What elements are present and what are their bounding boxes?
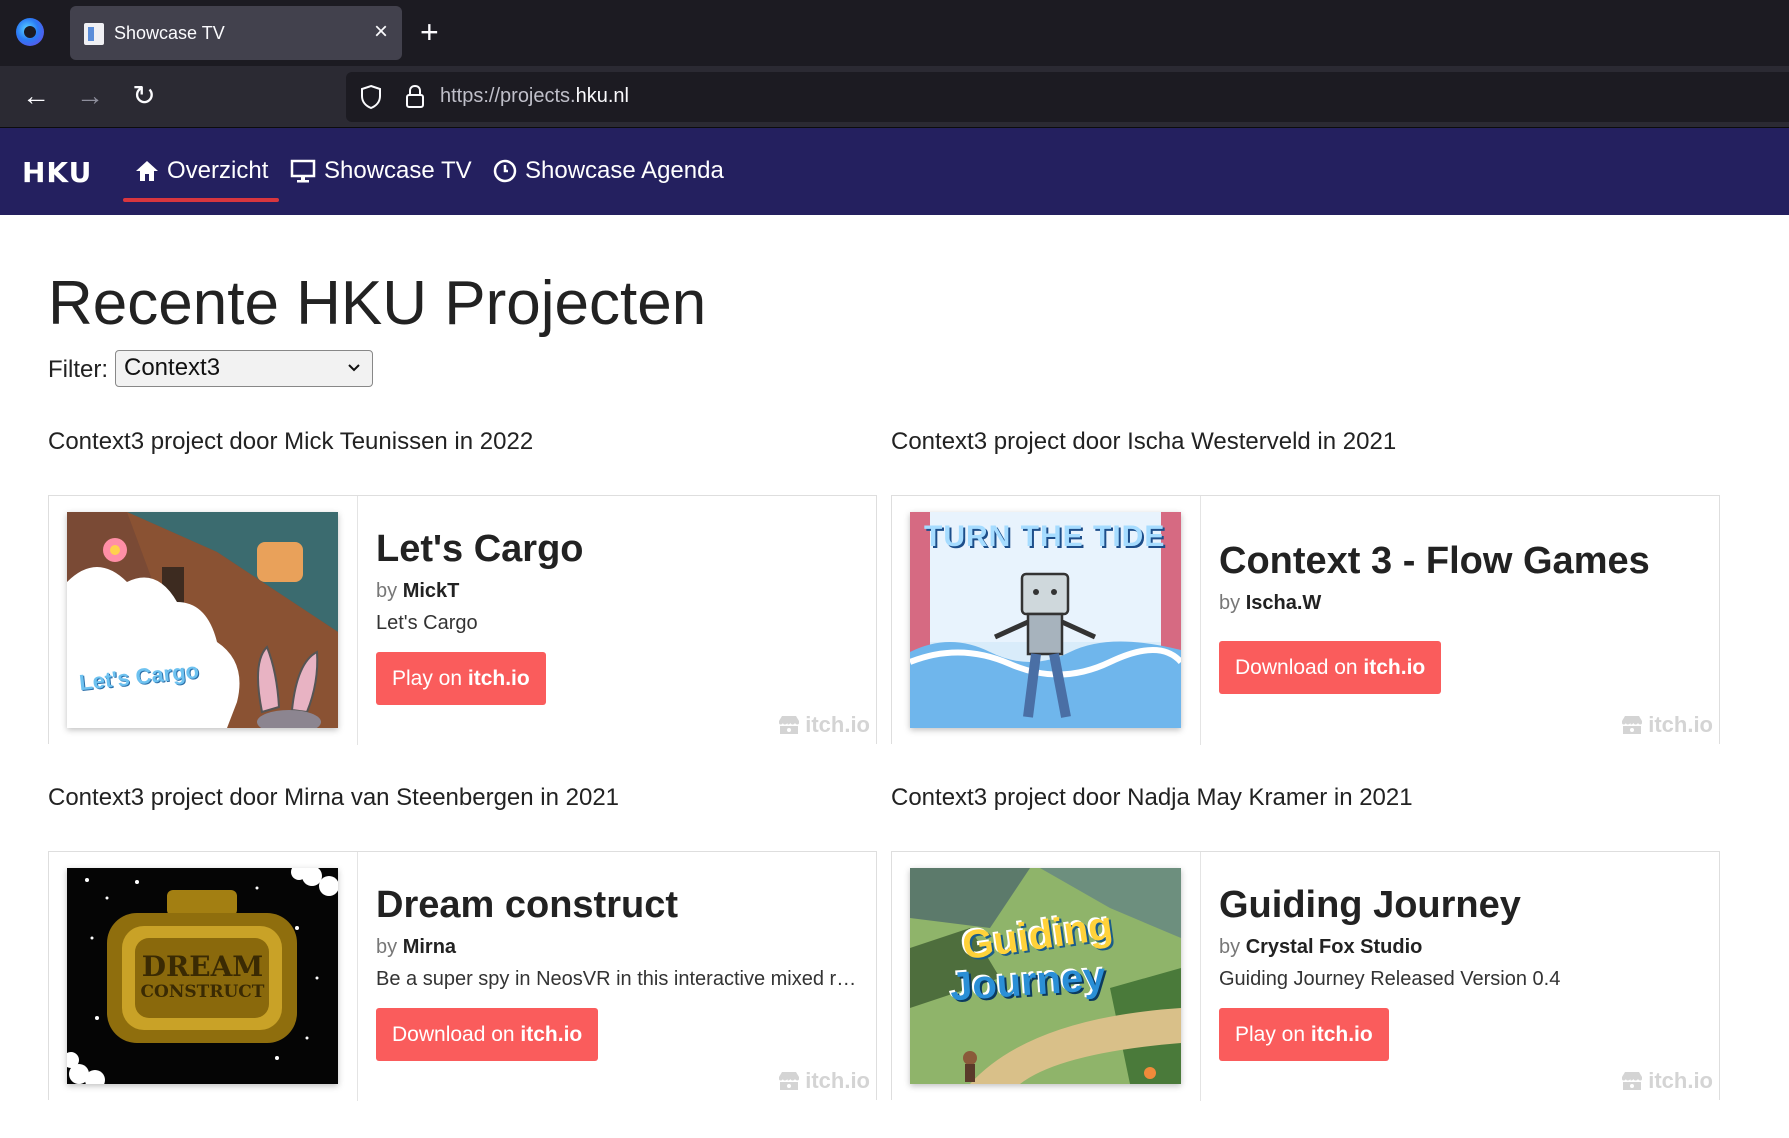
filter-label: Filter: — [48, 356, 108, 383]
game-thumbnail[interactable]: Let's Cargo — [67, 512, 338, 728]
card-info: Context 3 - Flow Games by Ischa.W Downlo… — [1219, 496, 1709, 745]
itch-logo-icon — [779, 1072, 800, 1090]
game-description: Guiding Journey Released Version 0.4 — [1219, 968, 1561, 990]
game-title[interactable]: Context 3 - Flow Games — [1219, 540, 1650, 583]
game-thumbnail[interactable]: TURN THE TIDE — [910, 512, 1181, 728]
itch-logo-icon — [779, 716, 800, 734]
thumbnail-container: Let's Cargo — [49, 496, 358, 745]
reload-button[interactable]: ↻ — [124, 76, 164, 116]
itch-logo-icon — [1622, 1072, 1643, 1090]
firefox-logo-icon[interactable] — [16, 18, 44, 46]
thumbnail-logo-text: DREAM — [141, 950, 264, 983]
nav-item-overzicht[interactable]: Overzicht — [135, 154, 268, 188]
game-title[interactable]: Guiding Journey — [1219, 884, 1521, 927]
itch-watermark: itch.io — [1620, 1068, 1713, 1094]
filter-select[interactable]: Context3 — [115, 350, 373, 387]
active-nav-indicator — [123, 198, 279, 202]
project-caption: Context3 project door Mick Teunissen in … — [48, 428, 534, 455]
browser-nav-bar: ← → ↻ https://projects.hku.nl — [0, 66, 1789, 128]
card-info: Dream construct by Mirna Be a super spy … — [376, 852, 866, 1101]
clock-icon — [493, 159, 517, 183]
game-thumbnail[interactable]: Guiding Journey — [910, 868, 1181, 1084]
project-caption: Context3 project door Nadja May Kramer i… — [891, 784, 1413, 811]
new-tab-button[interactable]: + — [420, 14, 439, 50]
lock-icon[interactable] — [404, 84, 426, 110]
hku-logo[interactable]: HKU — [22, 156, 92, 189]
card-info: Let's Cargo by MickT Let's Cargo Play on… — [376, 496, 866, 745]
home-icon — [136, 161, 158, 181]
shield-icon[interactable] — [360, 84, 382, 110]
nav-item-label: Showcase Agenda — [525, 157, 724, 184]
nav-item-showcase-tv[interactable]: Showcase TV — [290, 154, 472, 188]
itch-watermark: itch.io — [777, 712, 870, 738]
tab-title: Showcase TV — [114, 23, 225, 43]
thumbnail-logo-text: TURN THE TIDE — [924, 520, 1166, 553]
download-button[interactable]: Download on itch.io — [1219, 641, 1442, 694]
forward-button[interactable]: → — [70, 76, 110, 116]
project-card: Guiding Journey Guiding Journey by Cryst… — [891, 851, 1720, 1101]
nav-item-label: Showcase TV — [324, 157, 472, 184]
monitor-icon — [290, 159, 316, 183]
chevron-down-icon — [348, 364, 360, 372]
play-button[interactable]: Play on itch.io — [1219, 1008, 1389, 1061]
game-author: by Mirna — [376, 936, 457, 958]
card-info: Guiding Journey by Crystal Fox Studio Gu… — [1219, 852, 1709, 1101]
download-button[interactable]: Download on itch.io — [376, 1008, 599, 1061]
thumbnail-logo-text: CONSTRUCT — [140, 982, 265, 1002]
project-card: TURN THE TIDE Context 3 - Flow Games by … — [891, 495, 1720, 745]
game-author: by Crystal Fox Studio — [1219, 936, 1423, 958]
page-favicon-icon — [84, 23, 104, 45]
project-caption: Context3 project door Ischa Westerveld i… — [891, 428, 1397, 455]
browser-tab-showcase-tv[interactable]: Showcase TV × — [70, 6, 402, 60]
page-title: Recente HKU Projecten — [48, 269, 707, 338]
itch-watermark: itch.io — [1620, 712, 1713, 738]
game-title[interactable]: Let's Cargo — [376, 528, 584, 571]
game-author: by Ischa.W — [1219, 592, 1322, 614]
nav-item-label: Overzicht — [167, 157, 269, 184]
itch-logo-icon — [1622, 716, 1643, 734]
project-caption: Context3 project door Mirna van Steenber… — [48, 784, 620, 811]
url-text[interactable]: https://projects.hku.nl — [440, 85, 629, 108]
thumbnail-container: DREAM CONSTRUCT — [49, 852, 358, 1101]
game-thumbnail[interactable]: DREAM CONSTRUCT — [67, 868, 338, 1084]
game-description: Let's Cargo — [376, 612, 478, 634]
filter-selected-value: Context3 — [124, 354, 221, 381]
nav-item-showcase-agenda[interactable]: Showcase Agenda — [493, 154, 724, 188]
address-bar[interactable]: https://projects.hku.nl — [346, 72, 1789, 122]
thumbnail-container: TURN THE TIDE — [892, 496, 1201, 745]
close-tab-icon[interactable]: × — [374, 18, 388, 46]
thumbnail-container: Guiding Journey — [892, 852, 1201, 1101]
project-card: DREAM CONSTRUCT Dream construct by Mirna… — [48, 851, 877, 1101]
back-button[interactable]: ← — [16, 76, 56, 116]
play-button[interactable]: Play on itch.io — [376, 652, 546, 705]
project-card: Let's Cargo Let's Cargo by MickT Let's C… — [48, 495, 877, 745]
game-title[interactable]: Dream construct — [376, 884, 678, 927]
browser-tab-bar: Showcase TV × + — [0, 0, 1789, 66]
itch-watermark: itch.io — [777, 1068, 870, 1094]
site-header: HKU Overzicht Showcase TV Showcase Agend… — [0, 128, 1789, 215]
game-author: by MickT — [376, 580, 460, 602]
game-description: Be a super spy in NeosVR in this interac… — [376, 968, 866, 990]
